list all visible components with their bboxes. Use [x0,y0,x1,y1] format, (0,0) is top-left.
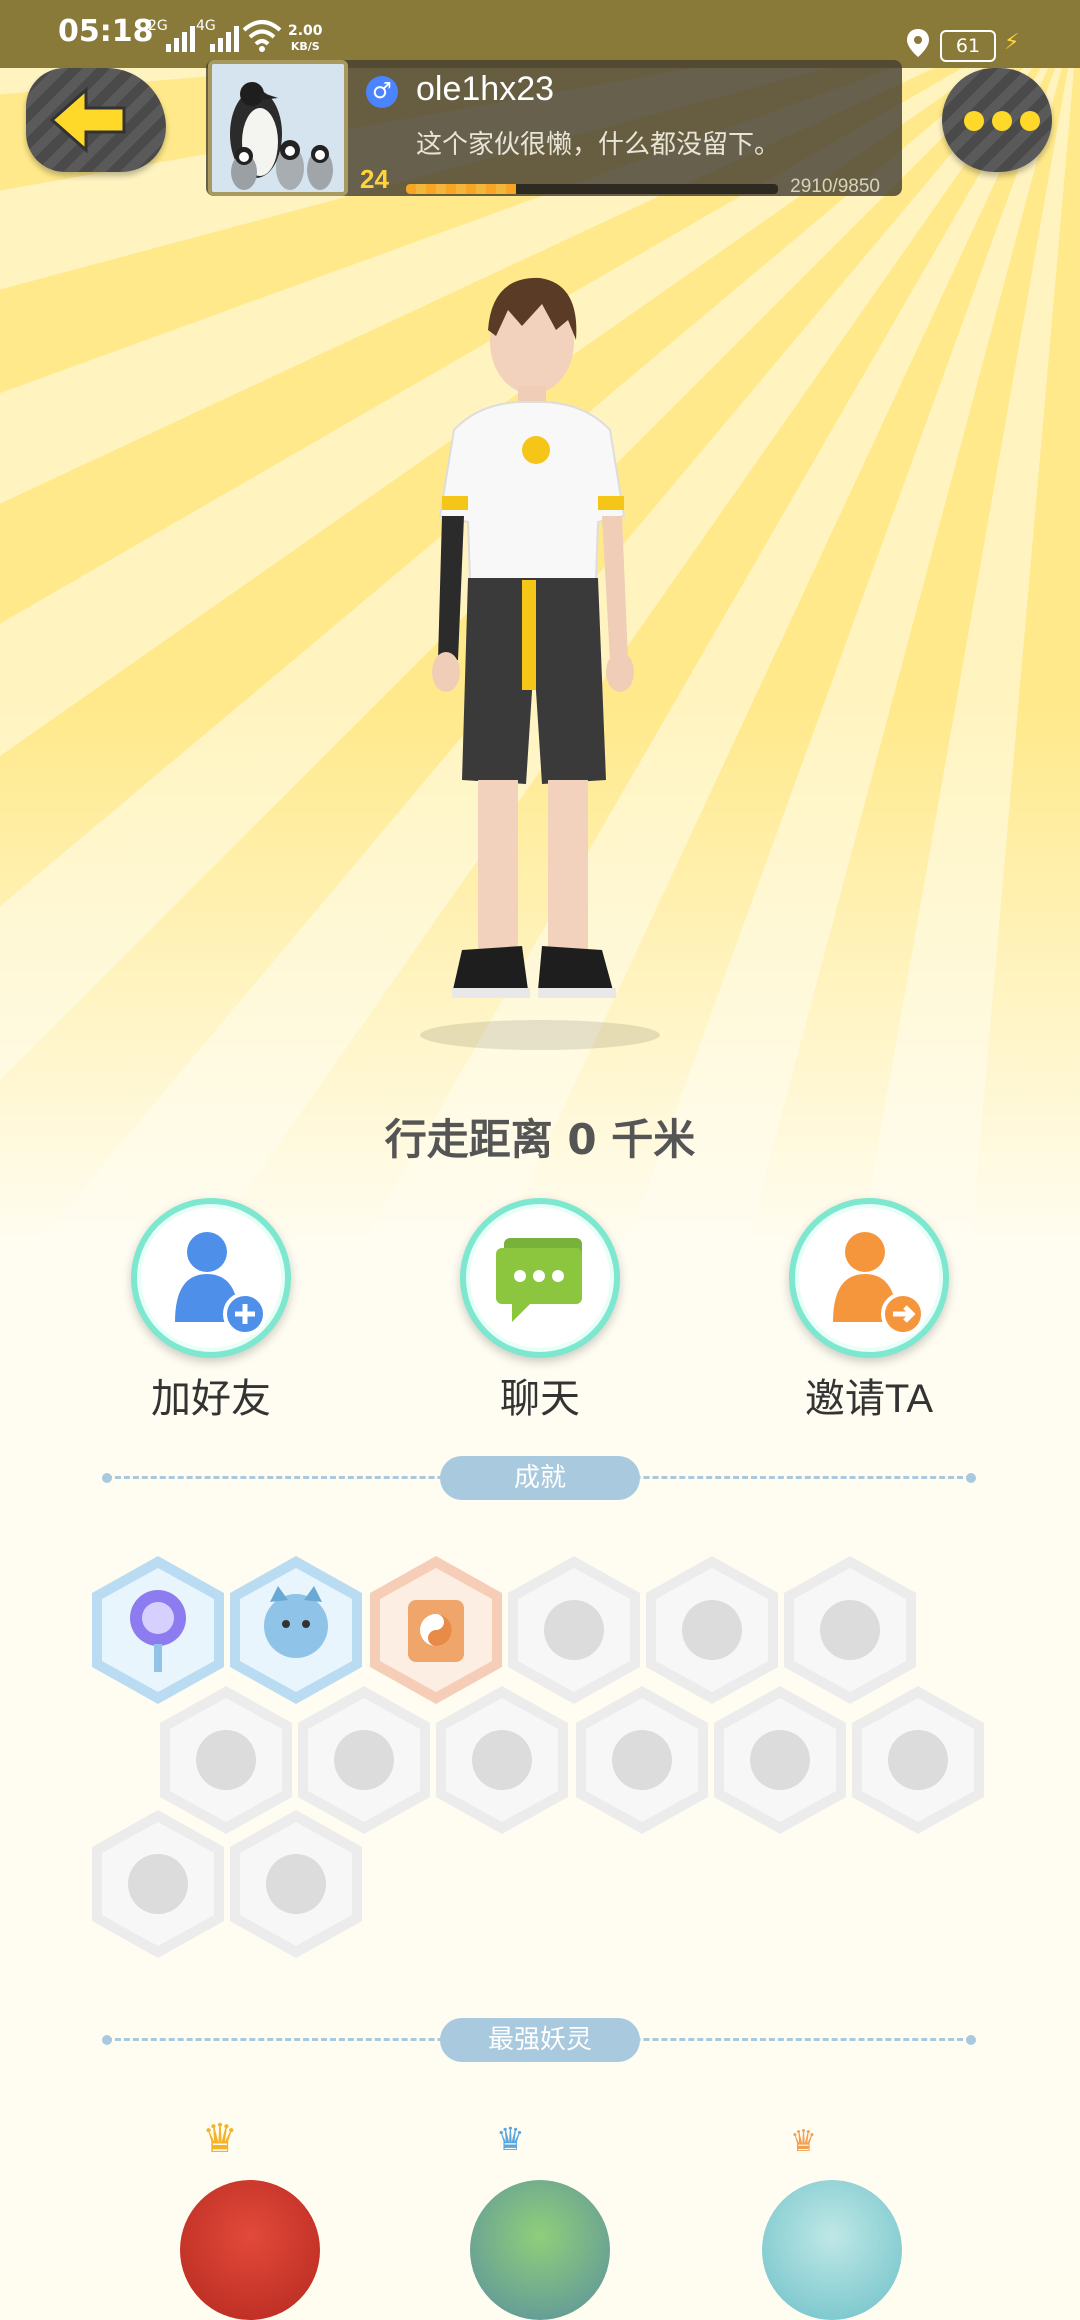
add-friend-icon [131,1198,291,1358]
signal-icon [210,24,239,52]
back-button[interactable] [26,68,166,172]
avatar[interactable] [208,60,348,196]
chat-icon [460,1198,620,1358]
divider-dot [102,2035,112,2045]
charging-icon: ⚡ [1004,30,1020,55]
divider-dot [102,1473,112,1483]
exp-progress-fill [406,184,516,194]
character-shadow [420,1020,660,1050]
speed-unit: KB/S [290,40,320,53]
network-type-1: 2G [148,18,168,34]
spirit-avatar-green[interactable] [470,2180,610,2320]
status-bar: 05:18 2G 4G 2.00 KB/S 61 ⚡ [0,0,1080,68]
spirit-avatar-red[interactable] [180,2180,320,2320]
battery-icon: 61 [940,30,996,62]
invite-icon [789,1198,949,1358]
signal-icon [166,24,195,52]
wifi-icon [242,20,282,52]
strongest-spirits-title: 最强妖灵 [440,2018,640,2062]
username: ole1hx23 [416,70,555,108]
achievements-title: 成就 [440,1456,640,1500]
chat-button[interactable]: 聊天 [455,1198,625,1424]
divider-dot [966,2035,976,2045]
divider-dot [966,1473,976,1483]
gold-crown-icon: ♛ [202,2116,238,2162]
gender-male-icon: ♂ [366,76,398,108]
chat-label: 聊天 [500,1377,580,1421]
more-dots-icon [964,111,1040,131]
spirit-avatar-cyan[interactable] [762,2180,902,2320]
silver-crown-icon: ♛ [496,2120,525,2158]
more-menu-button[interactable] [942,68,1052,172]
walking-distance: 行走距离 0 千米 [384,1115,696,1164]
network-speed: 2.00 KB/S [288,24,323,54]
back-arrow-icon [49,86,126,154]
player-character-model [432,277,634,998]
add-friend-label: 加好友 [151,1377,271,1421]
status-time: 05:18 [58,14,154,49]
exp-text: 2910/9850 [790,176,880,197]
invite-label: 邀请TA [804,1377,934,1421]
location-icon [907,29,929,57]
exp-progress-bar [406,184,778,194]
add-friend-button[interactable]: 加好友 [126,1198,296,1424]
level-badge: 24 [360,164,389,194]
user-signature: 这个家伙很懒，什么都没留下。 [416,130,781,160]
invite-button[interactable]: 邀请TA [784,1198,954,1424]
bronze-crown-icon: ♛ [790,2124,817,2159]
penguin-avatar-image [212,64,344,192]
speed-value: 2.00 [288,23,323,39]
